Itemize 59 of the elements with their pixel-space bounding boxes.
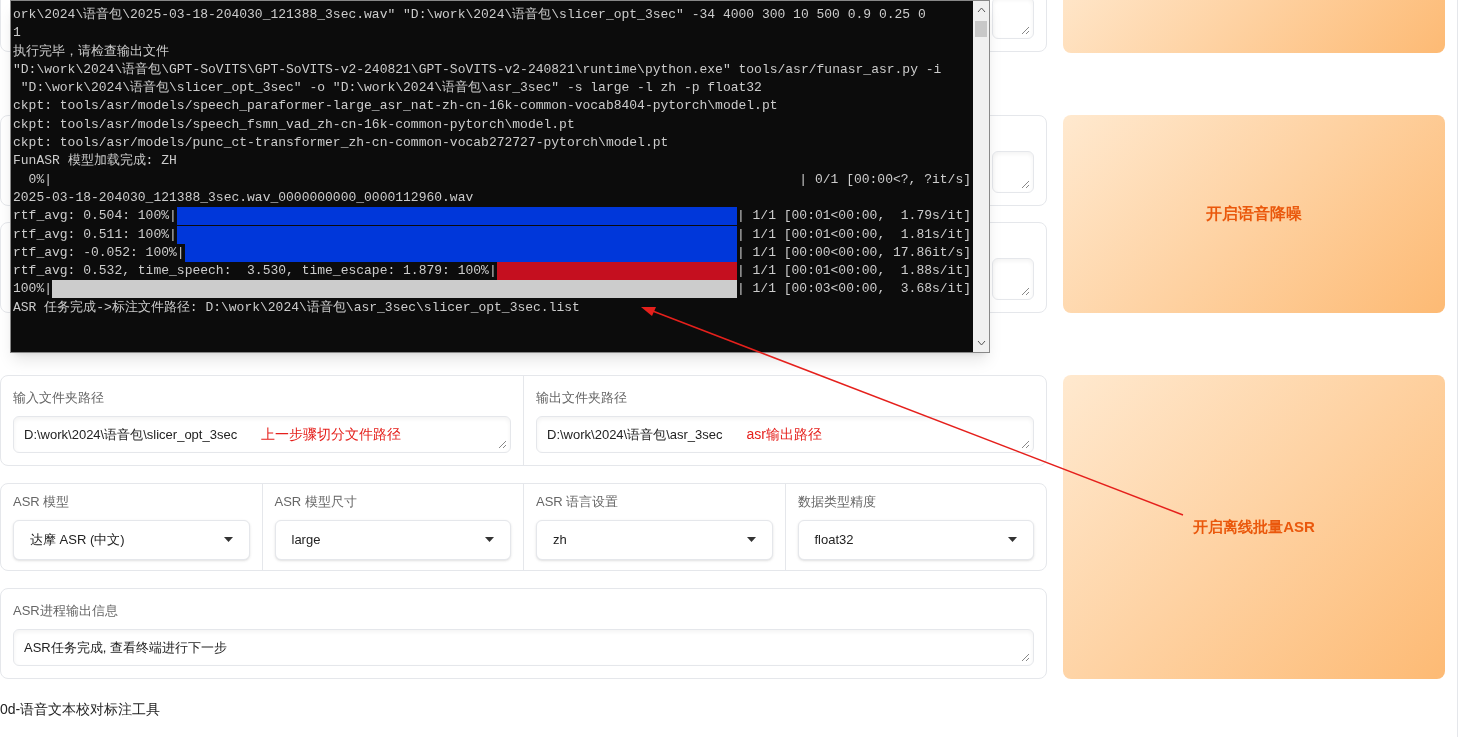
terminal-line: rtf_avg: -0.052: 100%| — [13, 243, 185, 262]
text-area[interactable] — [992, 151, 1034, 193]
caret-icon — [746, 537, 756, 542]
scroll-up-icon[interactable] — [976, 7, 986, 13]
terminal-line: ckpt: tools/asr/models/punc_ct-transformer_zh-cn-common-vocab272727-pytorch\model.pt — [13, 134, 670, 153]
dropdown[interactable]: zh — [536, 519, 773, 560]
terminal-line: FunASR 模型加载完成: ZH — [13, 152, 178, 171]
terminal-line: | 1/1 [00:01<00:00, 1.81s/it] — [736, 225, 971, 244]
output-info-field[interactable]: ASR任务完成, 查看终端进行下一步 — [13, 628, 1034, 666]
field-label: 输入文件夹路径 — [13, 389, 105, 407]
terminal-line: ckpt: tools/asr/models/speech_paraformer-large_asr_nat-zh-cn-16k-common-vocab8404-pytorch\model.pt — [13, 97, 779, 116]
scroll-thumb[interactable] — [975, 21, 987, 37]
annotation-text: asr输出路径 — [746, 424, 823, 444]
section-title: 0d-语音文本校对标注工具 — [0, 700, 162, 719]
field-label: 输出文件夹路径 — [536, 389, 628, 407]
caret-icon — [1008, 537, 1017, 542]
dropdown[interactable]: 达摩 ASR (中文) — [13, 519, 250, 560]
text-area[interactable] — [992, 0, 1034, 39]
resize-handle-icon — [1021, 440, 1029, 448]
terminal-line: 2025-03-18-204030_121388_3sec.wav_0000000000_0000112960.wav — [13, 188, 475, 207]
dropdown-label: ASR 语言设置 — [536, 493, 620, 511]
resize-handle-icon — [1021, 653, 1029, 661]
caret-icon — [485, 537, 494, 542]
terminal-line: | 1/1 [00:00<00:00, 17.86it/s] — [736, 243, 971, 262]
resize-handle-icon — [1021, 26, 1029, 34]
dropdown[interactable]: float32 — [797, 519, 1034, 560]
terminal-line: | 1/1 [00:01<00:00, 1.79s/it] — [736, 207, 971, 226]
terminal-line: ckpt: tools/asr/models/speech_fsmn_vad_zh-cn-16k-common-pytorch\model.pt — [13, 115, 576, 134]
resize-handle-icon — [1021, 287, 1029, 295]
field-value: D:\work\2024\语音包\slicer_opt_3sec — [24, 425, 238, 444]
resize-handle-icon — [1021, 180, 1029, 188]
field-value: D:\work\2024\语音包\asr_3sec — [547, 425, 723, 444]
dropdown-label: ASR 模型 — [13, 493, 71, 511]
output-path-field[interactable]: D:\work\2024\语音包\asr_3sec asr输出路径 — [536, 415, 1034, 453]
terminal-line: rtf_avg: 0.511: 100%| — [13, 225, 177, 244]
terminal-line: ASR 任务完成->标注文件路径: D:\work\2024\语音包\asr_3sec\slicer_opt_3sec.list — [13, 298, 581, 317]
terminal-line: rtf_avg: 0.504: 100%| — [13, 207, 177, 226]
terminal-line: 1 — [13, 24, 22, 43]
terminal-line: rtf_avg: 0.532, time_speech: 3.530, time_escape: 1.879: 100%| — [13, 262, 497, 281]
scrollbar[interactable] — [973, 1, 989, 352]
annotation-text: 上一步骤切分文件路径 — [261, 424, 402, 444]
terminal-line: 执行完毕，请检查输出文件 — [13, 42, 170, 61]
caret-icon — [223, 537, 233, 542]
text-area[interactable] — [992, 258, 1034, 300]
terminal-line: "D:\work\2024\语音包\slicer_opt_3sec" -o "D:\work\2024\语音包\asr_3sec" -s large -l zh -p float32 — [19, 79, 763, 98]
dropdown[interactable]: large — [274, 519, 511, 560]
input-path-field[interactable]: D:\work\2024\语音包\slicer_opt_3sec 上一步骤切分文件路径 — [13, 415, 511, 453]
terminal-line: "D:\work\2024\语音包\GPT-SoVITS\GPT-SoVITS-v2-240821\GPT-SoVITS-v2-240821\runtime\python.exe" tools/asr/funasr_asr.py -i — [13, 60, 943, 79]
scroll-down-icon[interactable] — [976, 340, 986, 346]
terminal-line: ork\2024\语音包\2025-03-18-204030_121388_3sec.wav" "D:\work\2024\语音包\slicer_opt_3sec" -34 4000 300 10 500 0.9 0.25 0 — [13, 6, 927, 24]
field-label: ASR进程输出信息 — [13, 602, 119, 620]
dropdown-label: 数据类型精度 — [797, 493, 877, 511]
terminal-line: 0%| — [27, 170, 52, 189]
terminal-line: | 1/1 [00:01<00:00, 1.88s/it] — [736, 262, 971, 281]
terminal-line: 100%| — [13, 280, 52, 299]
terminal-line: | 1/1 [00:03<00:00, 3.68s/it] — [736, 280, 971, 299]
dropdown-label: ASR 模型尺寸 — [274, 493, 358, 511]
resize-handle-icon — [498, 440, 506, 448]
terminal-line: | 0/1 [00:00<?, ?it/s] — [799, 170, 971, 189]
